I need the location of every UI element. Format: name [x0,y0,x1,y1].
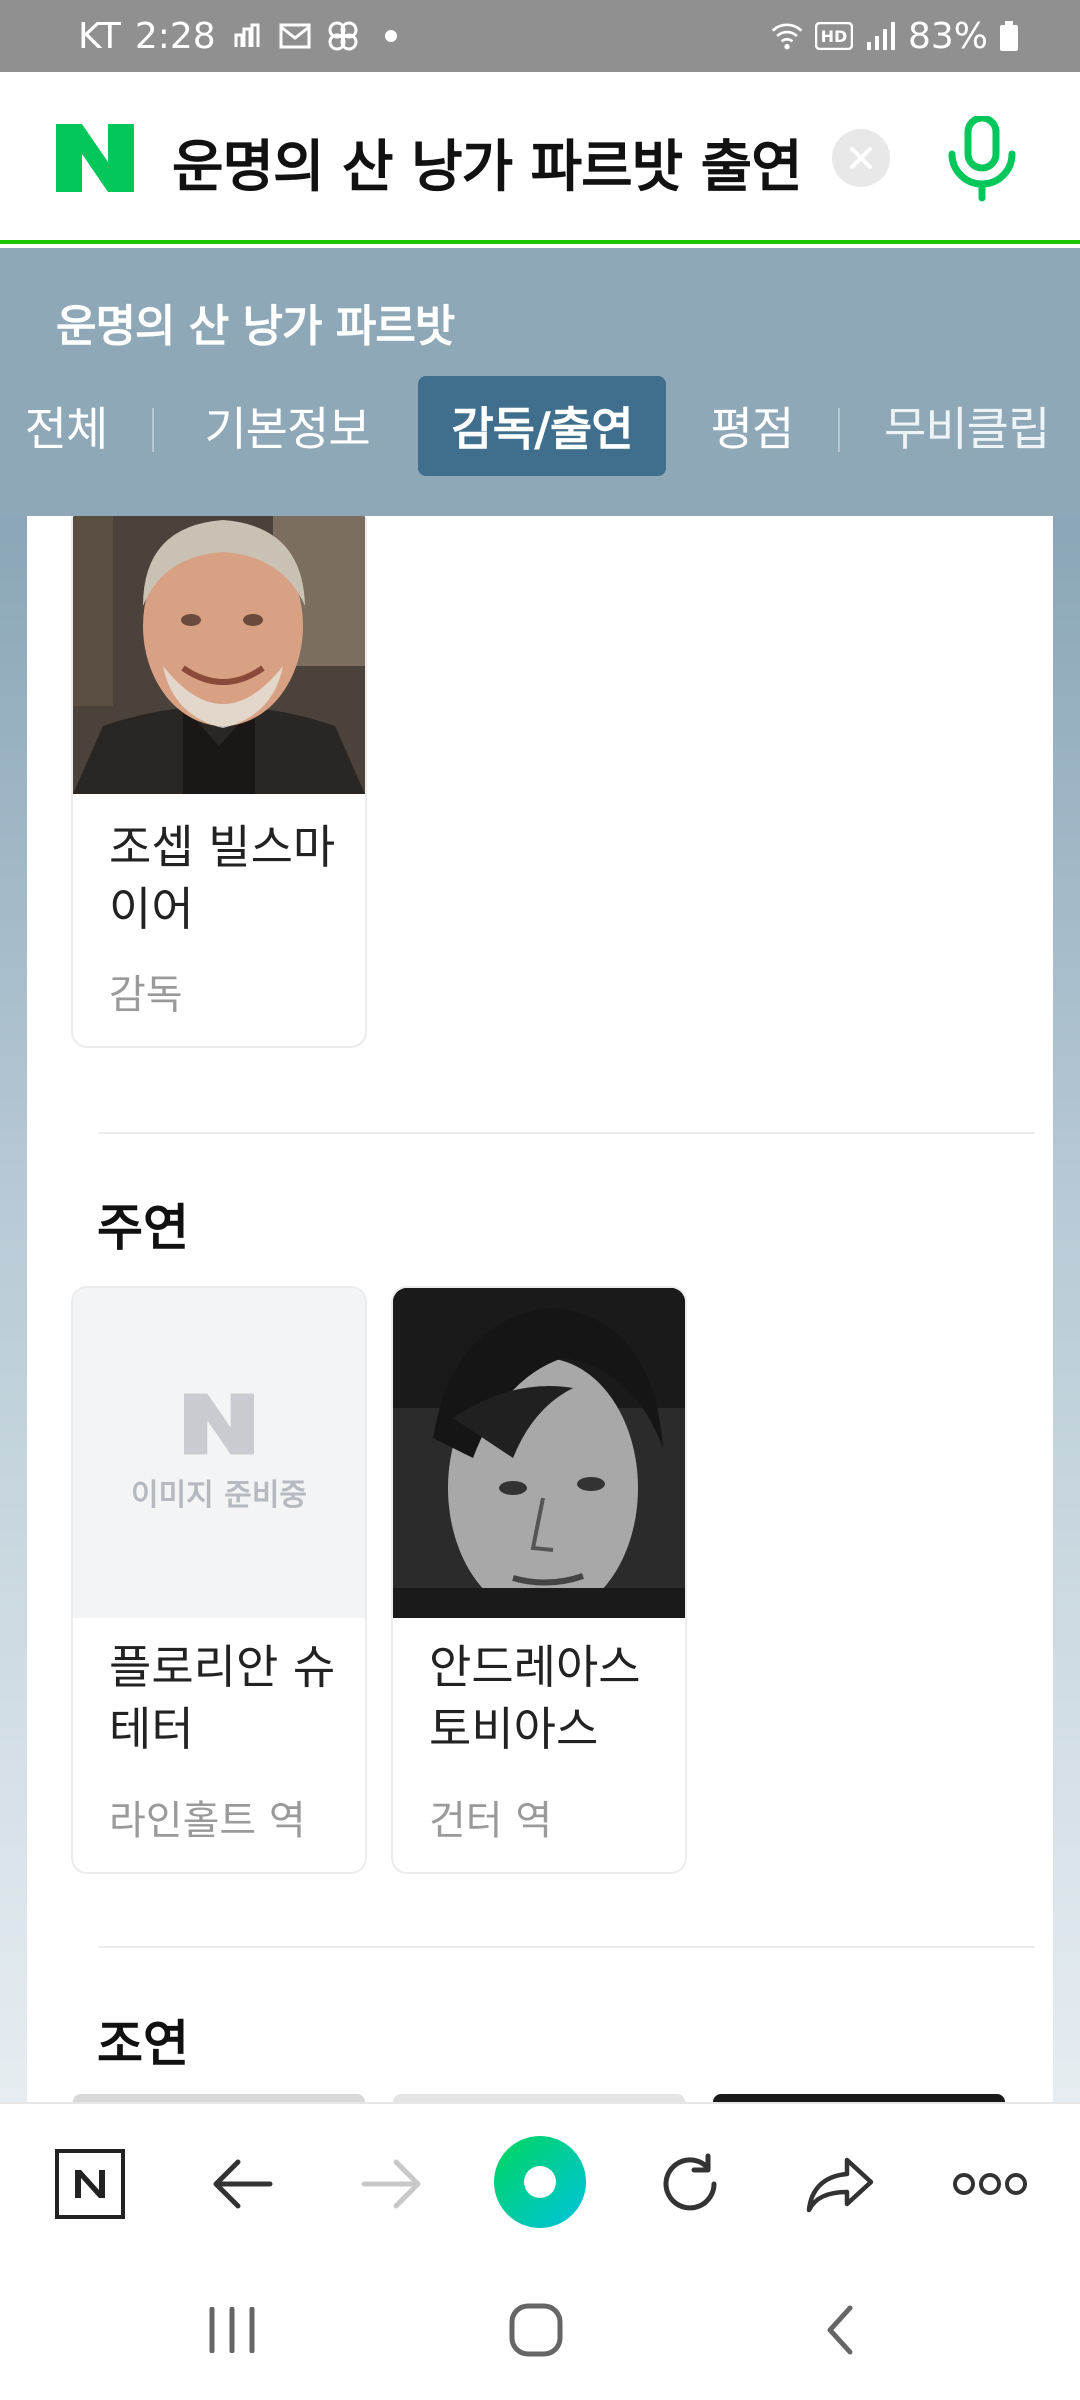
naver-home-button[interactable] [50,2144,130,2224]
cast-card[interactable]: 이미지 준비중 플로리안 슈테터 라인홀트 역 [73,1288,365,1872]
cast-role: 라인홀트 역 [109,1798,306,1844]
back-nav-button[interactable] [800,2290,880,2370]
share-button[interactable] [800,2144,880,2224]
supporting-card-peek[interactable] [393,2094,685,2102]
section-divider [99,1946,1035,1948]
recent-apps-icon [209,2307,255,2353]
placeholder-text: 이미지 준비중 [130,1478,308,1513]
refresh-icon [663,2153,717,2211]
more-icon [953,2173,1027,2195]
supporting-card-peek[interactable] [73,2094,365,2102]
tab-bar: 전체 기본정보 감독/출연 평점 무비클립 [0,376,1080,476]
back-button[interactable] [202,2144,282,2224]
director-role: 감독 [109,972,183,1018]
cast-card[interactable]: 안드레아스 토비아스 건터 역 [393,1288,685,1872]
dot-icon [374,19,408,53]
refresh-button[interactable] [650,2144,730,2224]
voice-search-button[interactable] [942,114,1022,202]
sticky-header: 운명의 산 낭가 파르밧 전체 기본정보 감독/출연 평점 무비클립 [0,248,1080,516]
system-navigation-bar [0,2262,1080,2400]
wifi-icon [770,19,804,53]
clear-search-button[interactable] [832,129,890,187]
close-icon [850,147,872,169]
home-icon [509,2303,563,2357]
green-dot-icon [494,2136,586,2228]
image-placeholder: 이미지 준비중 [73,1288,365,1618]
carrier-label: KT [78,15,121,57]
cast-role: 건터 역 [429,1798,553,1844]
carrier-icon [230,19,264,53]
clock: 2:28 [134,15,216,57]
director-photo [73,506,365,794]
arrow-left-icon [213,2159,273,2209]
tab-director-cast[interactable]: 감독/출연 [418,376,666,476]
arrow-right-icon [361,2159,421,2209]
tab-movie-clip[interactable]: 무비클립 [862,376,1080,476]
tab-separator [152,408,154,452]
cast-photo [393,1288,685,1618]
browser-toolbar [0,2102,1080,2262]
movie-title: 운명의 산 낭가 파르밧 [56,301,455,352]
naver-n-icon [55,2149,125,2219]
tab-separator [838,408,840,452]
supporting-card-peek[interactable] [713,2094,1005,2102]
forward-button[interactable] [352,2144,432,2224]
battery-percent: 83% [907,15,988,57]
tab-rating[interactable]: 평점 [686,376,818,476]
director-name: 조셉 빌스마이어 [109,820,336,936]
cast-name: 안드레아스 토비아스 [429,1640,641,1756]
lead-section-title: 주연 [97,1199,189,1257]
search-input[interactable]: 운명의 산 낭가 파르밧 출연 [172,122,802,203]
mail-icon [278,19,312,53]
tab-all[interactable]: 전체 [0,376,132,476]
status-bar: KT 2:28 HD 83% [0,0,1080,72]
green-dot-button[interactable] [492,2134,588,2230]
search-header: 운명의 산 낭가 파르밧 출연 [0,72,1080,244]
more-button[interactable] [950,2144,1030,2224]
section-divider [99,1132,1035,1134]
battery-icon [998,19,1020,53]
pinwheel-icon [326,19,360,53]
content-panel: 조셉 빌스마이어 감독 주연 이미지 준비중 플로리안 슈테터 라인홀트 역 안… [27,506,1053,2102]
chevron-left-icon [827,2305,853,2355]
recent-apps-button[interactable] [192,2290,272,2370]
signal-icon [864,19,898,53]
share-icon [806,2157,874,2213]
director-card[interactable]: 조셉 빌스마이어 감독 [73,506,365,1046]
naver-logo[interactable] [56,124,134,192]
hd-icon: HD [814,19,854,53]
tab-basic-info[interactable]: 기본정보 [176,376,398,476]
microphone-icon [948,114,1016,202]
cast-name: 플로리안 슈테터 [109,1640,336,1756]
supporting-section-title: 조연 [97,2015,189,2073]
naver-placeholder-icon [184,1393,254,1455]
svg-text:HD: HD [821,27,848,46]
home-button[interactable] [496,2290,576,2370]
